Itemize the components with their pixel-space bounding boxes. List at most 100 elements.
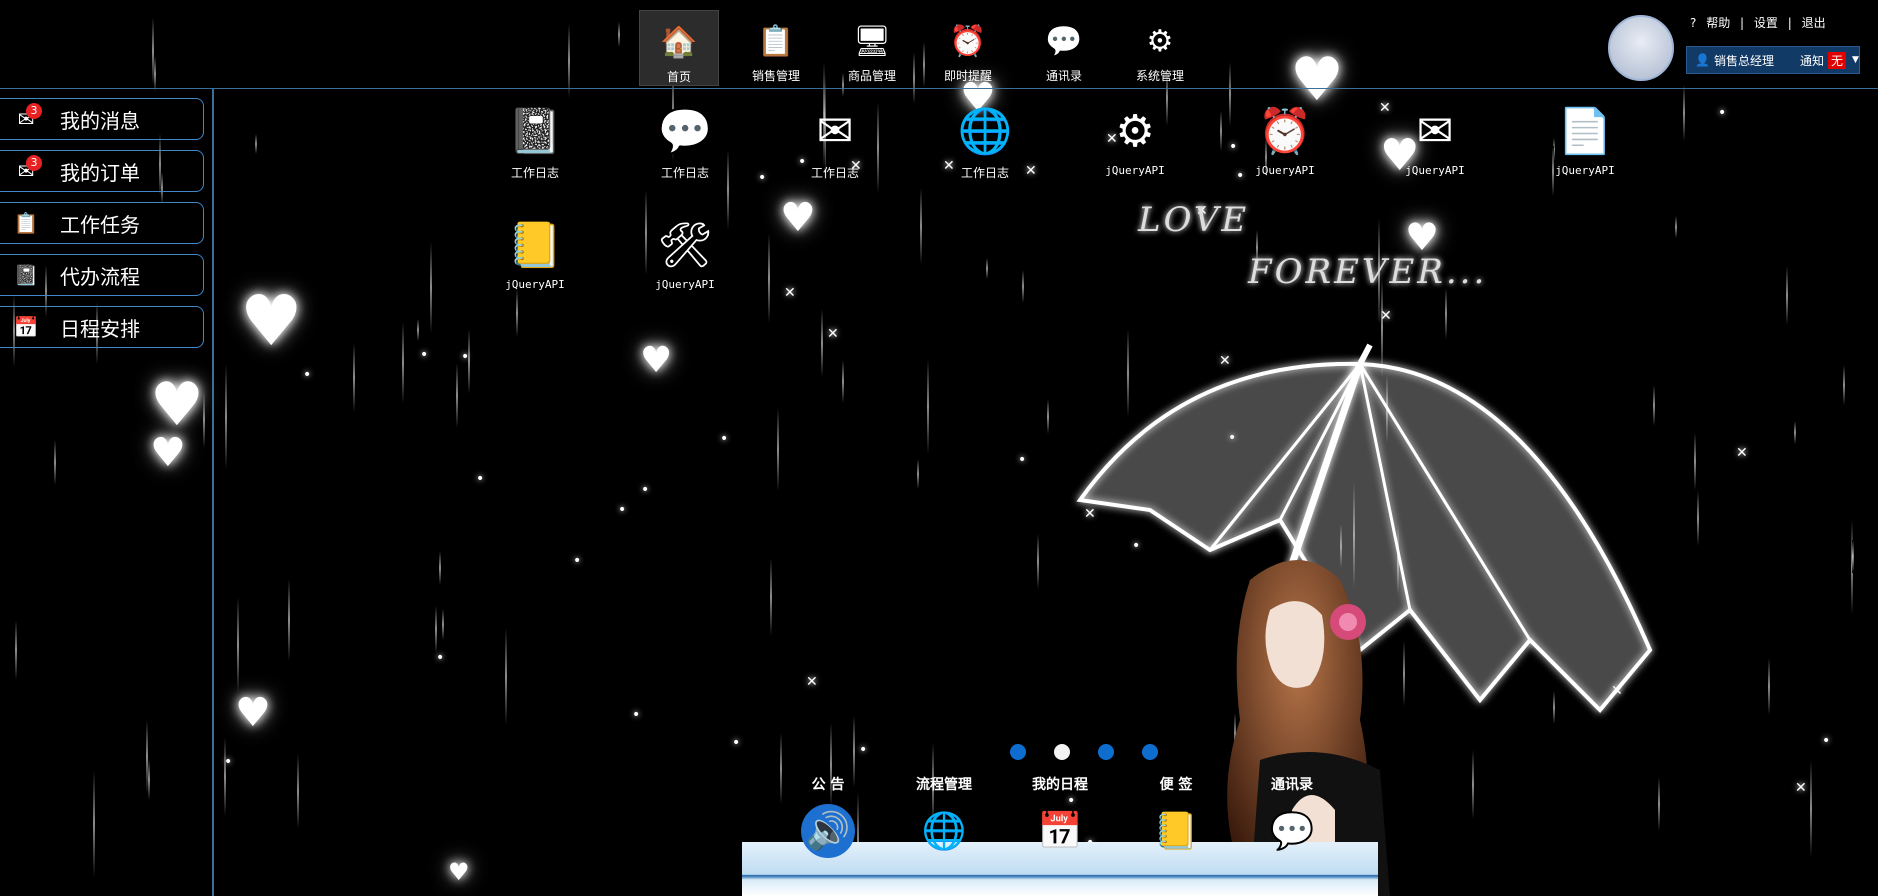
nav-item-home[interactable]: 🏠 首页 (639, 10, 719, 86)
nav-label: 商品管理 (847, 69, 896, 83)
sidebar-item-schedule[interactable]: 📅 日程安排 (0, 306, 204, 348)
rain-streak (1768, 658, 1770, 715)
sparkle-icon: • (461, 349, 470, 365)
desktop-icon-jqueryapi-5[interactable]: 📒 jQueryAPI (480, 216, 590, 291)
rain-streak (1810, 760, 1812, 857)
rain-streak (288, 579, 290, 661)
desktop-icon-worklog-2[interactable]: 💬 工作日志 (630, 102, 740, 181)
sparkle-icon: • (303, 367, 312, 383)
sparkle-icon: • (758, 170, 767, 186)
desktop-icon-jqueryapi-6[interactable]: 🛠 jQueryAPI (630, 216, 740, 291)
top-nav: 🏠 首页 📋 销售管理 🖥 商品管理 ⏰ 即时提醒 💬 通讯录 ⚙ 系统管理 (630, 10, 1208, 86)
desktop-icon-worklog-1[interactable]: 📓 工作日志 (480, 102, 590, 181)
rain-streak (255, 134, 257, 154)
desktop-icon-worklog-3[interactable]: ✉ 工作日志 (780, 102, 890, 181)
sidebar-item-orders[interactable]: ✉ 3 我的订单 (0, 150, 204, 192)
sparkle-icon: • (732, 735, 741, 751)
speaker-icon: 🔊 (801, 804, 855, 858)
header-links: ? 帮助 | 设置 | 退出 (1690, 14, 1832, 31)
nav-item-reminders[interactable]: ⏰ 即时提醒 (920, 10, 1016, 84)
rain-streak (1047, 399, 1049, 434)
rain-streak (770, 558, 772, 636)
rain-streak (297, 754, 299, 829)
rain-streak (1694, 433, 1696, 490)
dock-item-workflow[interactable]: 流程管理 🌐 (886, 774, 1002, 858)
rain-streak (1794, 421, 1796, 444)
home-icon: 🏠 (660, 24, 698, 60)
sparkle-icon: • (224, 754, 233, 770)
sparkle-icon: • (1822, 733, 1831, 749)
notice-label[interactable]: 通知 (1800, 52, 1824, 69)
gear-icon: ⚙ (1146, 23, 1174, 59)
rain-streak (505, 628, 507, 725)
dock-label: 我的日程 (1032, 777, 1088, 793)
nav-item-contacts[interactable]: 💬 通讯录 (1016, 10, 1112, 84)
pager-dot[interactable] (1098, 744, 1114, 760)
sidebar-item-label: 日程安排 (60, 316, 140, 341)
mail-icon: ✉ (1416, 105, 1454, 157)
desktop-icon-jqueryapi-3[interactable]: ✉ jQueryAPI (1380, 102, 1490, 178)
sidebar: ✉ 3 我的消息 ✉ 3 我的订单 📋 工作任务 📓 代办流程 📅 日程安排 (0, 98, 204, 358)
pager-dot[interactable] (1142, 744, 1158, 760)
dock: 公 告 🔊 流程管理 🌐 我的日程 📅 便 签 📒 通讯录 💬 (770, 774, 1350, 858)
rain-streak (821, 309, 823, 377)
gear-icon: ⚙ (1115, 105, 1155, 157)
clipboard-icon: 📋 (757, 23, 795, 59)
sparkle-icon: ✕ (1380, 308, 1392, 324)
rain-streak (768, 233, 770, 323)
chat-icon: 💬 (1045, 23, 1083, 59)
nav-item-system[interactable]: ⚙ 系统管理 (1112, 10, 1208, 84)
sparkle-icon: • (1718, 105, 1727, 121)
rain-streak (842, 360, 844, 403)
sparkle-icon: • (618, 502, 627, 518)
rain-streak (224, 737, 226, 816)
desktop-icon-jqueryapi-2[interactable]: ⏰ jQueryAPI (1230, 102, 1340, 177)
rain-streak (435, 606, 437, 653)
desktop-icon-label: 工作日志 (960, 166, 1009, 180)
pager-dot[interactable] (1054, 744, 1070, 760)
sparkle-icon: ✕ (1736, 445, 1748, 461)
computer-icon: 🖥 (852, 23, 892, 59)
dock-item-notes[interactable]: 便 签 📒 (1118, 774, 1234, 858)
pager-dot[interactable] (1010, 744, 1026, 760)
nav-label: 即时提醒 (943, 69, 992, 83)
user-bar[interactable]: 👤 销售总经理 通知 无 ▼ (1686, 46, 1860, 74)
dock-item-schedule[interactable]: 我的日程 📅 (1002, 774, 1118, 858)
desktop-icon-worklog-4[interactable]: 🌐 工作日志 (930, 102, 1040, 181)
avatar[interactable] (1608, 15, 1674, 81)
sidebar-item-label: 我的订单 (60, 160, 140, 185)
rain-streak (456, 363, 458, 428)
rain-streak (917, 459, 919, 489)
rain-streak (1852, 540, 1854, 573)
desktop-icon-jqueryapi-1[interactable]: ⚙ jQueryAPI (1080, 102, 1190, 178)
notebook-icon: 📓 (507, 106, 563, 157)
rain-streak (15, 620, 17, 680)
calendar-icon: 📅 (1037, 811, 1083, 852)
sidebar-item-workflow[interactable]: 📓 代办流程 (0, 254, 204, 296)
dock-item-announcement[interactable]: 公 告 🔊 (770, 774, 886, 858)
chevron-down-icon[interactable]: ▼ (1852, 55, 1859, 65)
desktop-icon-jqueryapi-4[interactable]: 📄 jQueryAPI (1530, 102, 1640, 177)
heart-icon: ♥ (640, 340, 673, 381)
heart-icon: ♥ (150, 430, 186, 476)
help-link[interactable]: 帮助 (1706, 16, 1730, 30)
notepad-icon: 📒 (1153, 811, 1199, 852)
wallpaper-text-forever: FOREVER... (1248, 252, 1488, 292)
rain-streak (516, 289, 518, 337)
user-role: 销售总经理 (1713, 53, 1774, 68)
rain-streak (1037, 534, 1039, 589)
sidebar-item-tasks[interactable]: 📋 工作任务 (0, 202, 204, 244)
nav-item-sales[interactable]: 📋 销售管理 (728, 10, 824, 84)
nav-label: 首页 (666, 70, 691, 84)
dock-item-contacts[interactable]: 通讯录 💬 (1234, 774, 1350, 858)
desktop-icon-label: 工作日志 (810, 166, 859, 180)
logout-link[interactable]: 退出 (1802, 16, 1826, 30)
settings-link[interactable]: 设置 (1754, 16, 1778, 30)
rain-streak (920, 188, 922, 264)
rain-streak (148, 759, 150, 800)
globe-icon: 🌐 (921, 811, 967, 852)
heart-icon: ♥ (448, 858, 470, 886)
user-icon: 👤 (1695, 53, 1710, 67)
sidebar-item-messages[interactable]: ✉ 3 我的消息 (0, 98, 204, 140)
nav-item-products[interactable]: 🖥 商品管理 (824, 10, 920, 84)
